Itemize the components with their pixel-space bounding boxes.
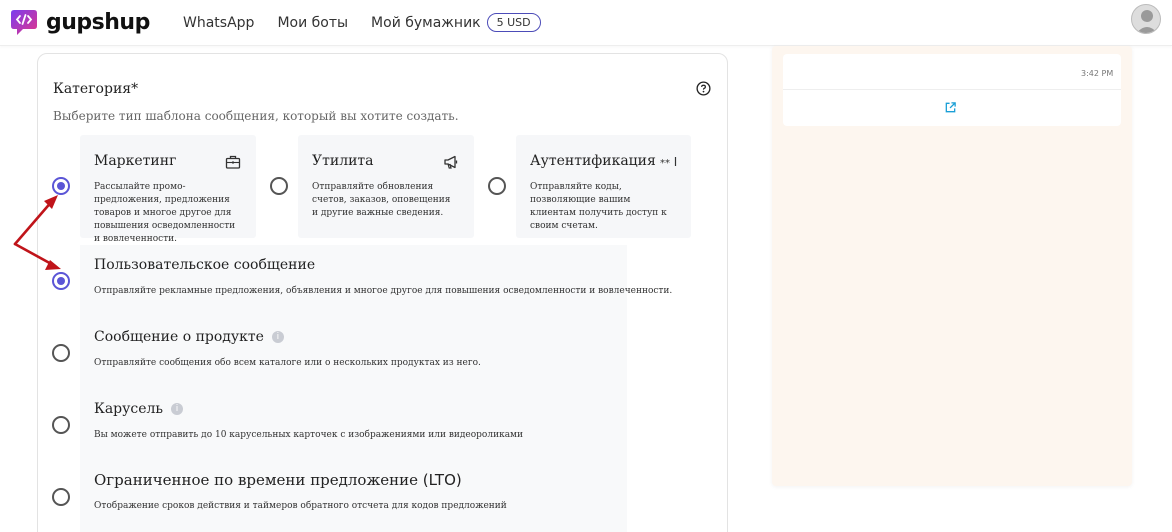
subtype-title-custom[interactable]: Пользовательское сообщение xyxy=(94,257,315,273)
avatar[interactable] xyxy=(1131,4,1161,34)
password-icon: ** xyxy=(660,157,677,169)
wallet-balance-badge: 5 USD xyxy=(486,13,541,32)
top-header: gupshup WhatsApp Мои боты Мой бумажник 5… xyxy=(0,0,1172,46)
nav-wallet-label: Мой бумажник xyxy=(371,14,481,31)
subtype-title-product-text: Сообщение о продукте xyxy=(94,329,264,345)
preview-timestamp: 3:42 PM xyxy=(1081,69,1114,78)
external-link-icon[interactable] xyxy=(944,101,957,114)
bubble-divider xyxy=(783,89,1121,90)
nav-whatsapp[interactable]: WhatsApp xyxy=(183,15,254,31)
nav-my-bots[interactable]: Мои боты xyxy=(277,15,348,31)
info-icon[interactable]: i xyxy=(271,331,284,343)
category-desc-marketing: Рассылайте промо-предложения, предложени… xyxy=(94,182,236,244)
subtype-title-carousel[interactable]: Карусель i xyxy=(94,401,184,417)
subtype-radio-carousel[interactable] xyxy=(52,416,70,434)
category-desc-utility: Отправляйте обновления счетов, заказов, … xyxy=(312,182,451,218)
subtype-title-lto-text: Ограниченное по времени предложение xyxy=(94,471,423,489)
category-label: Категория* xyxy=(53,81,139,97)
subtype-radio-lto[interactable] xyxy=(52,488,70,506)
nav-wallet[interactable]: Мой бумажник 5 USD xyxy=(371,13,541,32)
user-icon xyxy=(1136,10,1158,33)
category-desc-authentication: Отправляйте коды, позволяющие вашим клие… xyxy=(530,182,667,231)
logo-text: gupshup xyxy=(46,9,150,35)
category-title-marketing: Маркетинг xyxy=(94,153,177,169)
help-icon[interactable] xyxy=(696,81,711,96)
category-hint: Выберите тип шаблона сообщения, который … xyxy=(53,109,459,123)
info-icon[interactable]: i xyxy=(171,403,184,415)
gupshup-logo-icon xyxy=(11,10,37,35)
category-title-authentication: Аутентификация xyxy=(530,153,656,169)
subtype-desc-product: Отправляйте сообщения обо всем каталоге … xyxy=(94,358,481,368)
subtype-title-lto-abbr: (LTO) xyxy=(422,471,462,489)
category-title-utility: Утилита xyxy=(312,153,374,169)
subtype-desc-lto: Отображение сроков действия и таймеров о… xyxy=(94,501,507,511)
subtype-desc-carousel: Вы можете отправить до 10 карусельных ка… xyxy=(94,430,524,440)
preview-message-bubble xyxy=(783,54,1121,126)
category-radio-authentication[interactable] xyxy=(488,177,506,195)
subtype-title-carousel-text: Карусель xyxy=(94,401,164,417)
logo[interactable]: gupshup xyxy=(10,7,150,37)
subtype-desc-custom: Отправляйте рекламные предложения, объяв… xyxy=(94,286,673,296)
category-radio-marketing[interactable] xyxy=(52,177,70,195)
briefcase-icon xyxy=(225,155,241,169)
main-nav: WhatsApp Мои боты Мой бумажник 5 USD xyxy=(183,13,564,32)
subtype-radio-product[interactable] xyxy=(52,344,70,362)
svg-text:**: ** xyxy=(660,158,670,169)
subtype-radio-custom[interactable] xyxy=(52,272,70,290)
subtype-title-lto[interactable]: Ограниченное по времени предложение (LTO… xyxy=(94,471,462,489)
megaphone-icon xyxy=(444,155,458,169)
subtype-title-product[interactable]: Сообщение о продукте i xyxy=(94,329,284,345)
category-radio-utility[interactable] xyxy=(270,177,288,195)
subtype-title-custom-text: Пользовательское сообщение xyxy=(94,257,316,273)
